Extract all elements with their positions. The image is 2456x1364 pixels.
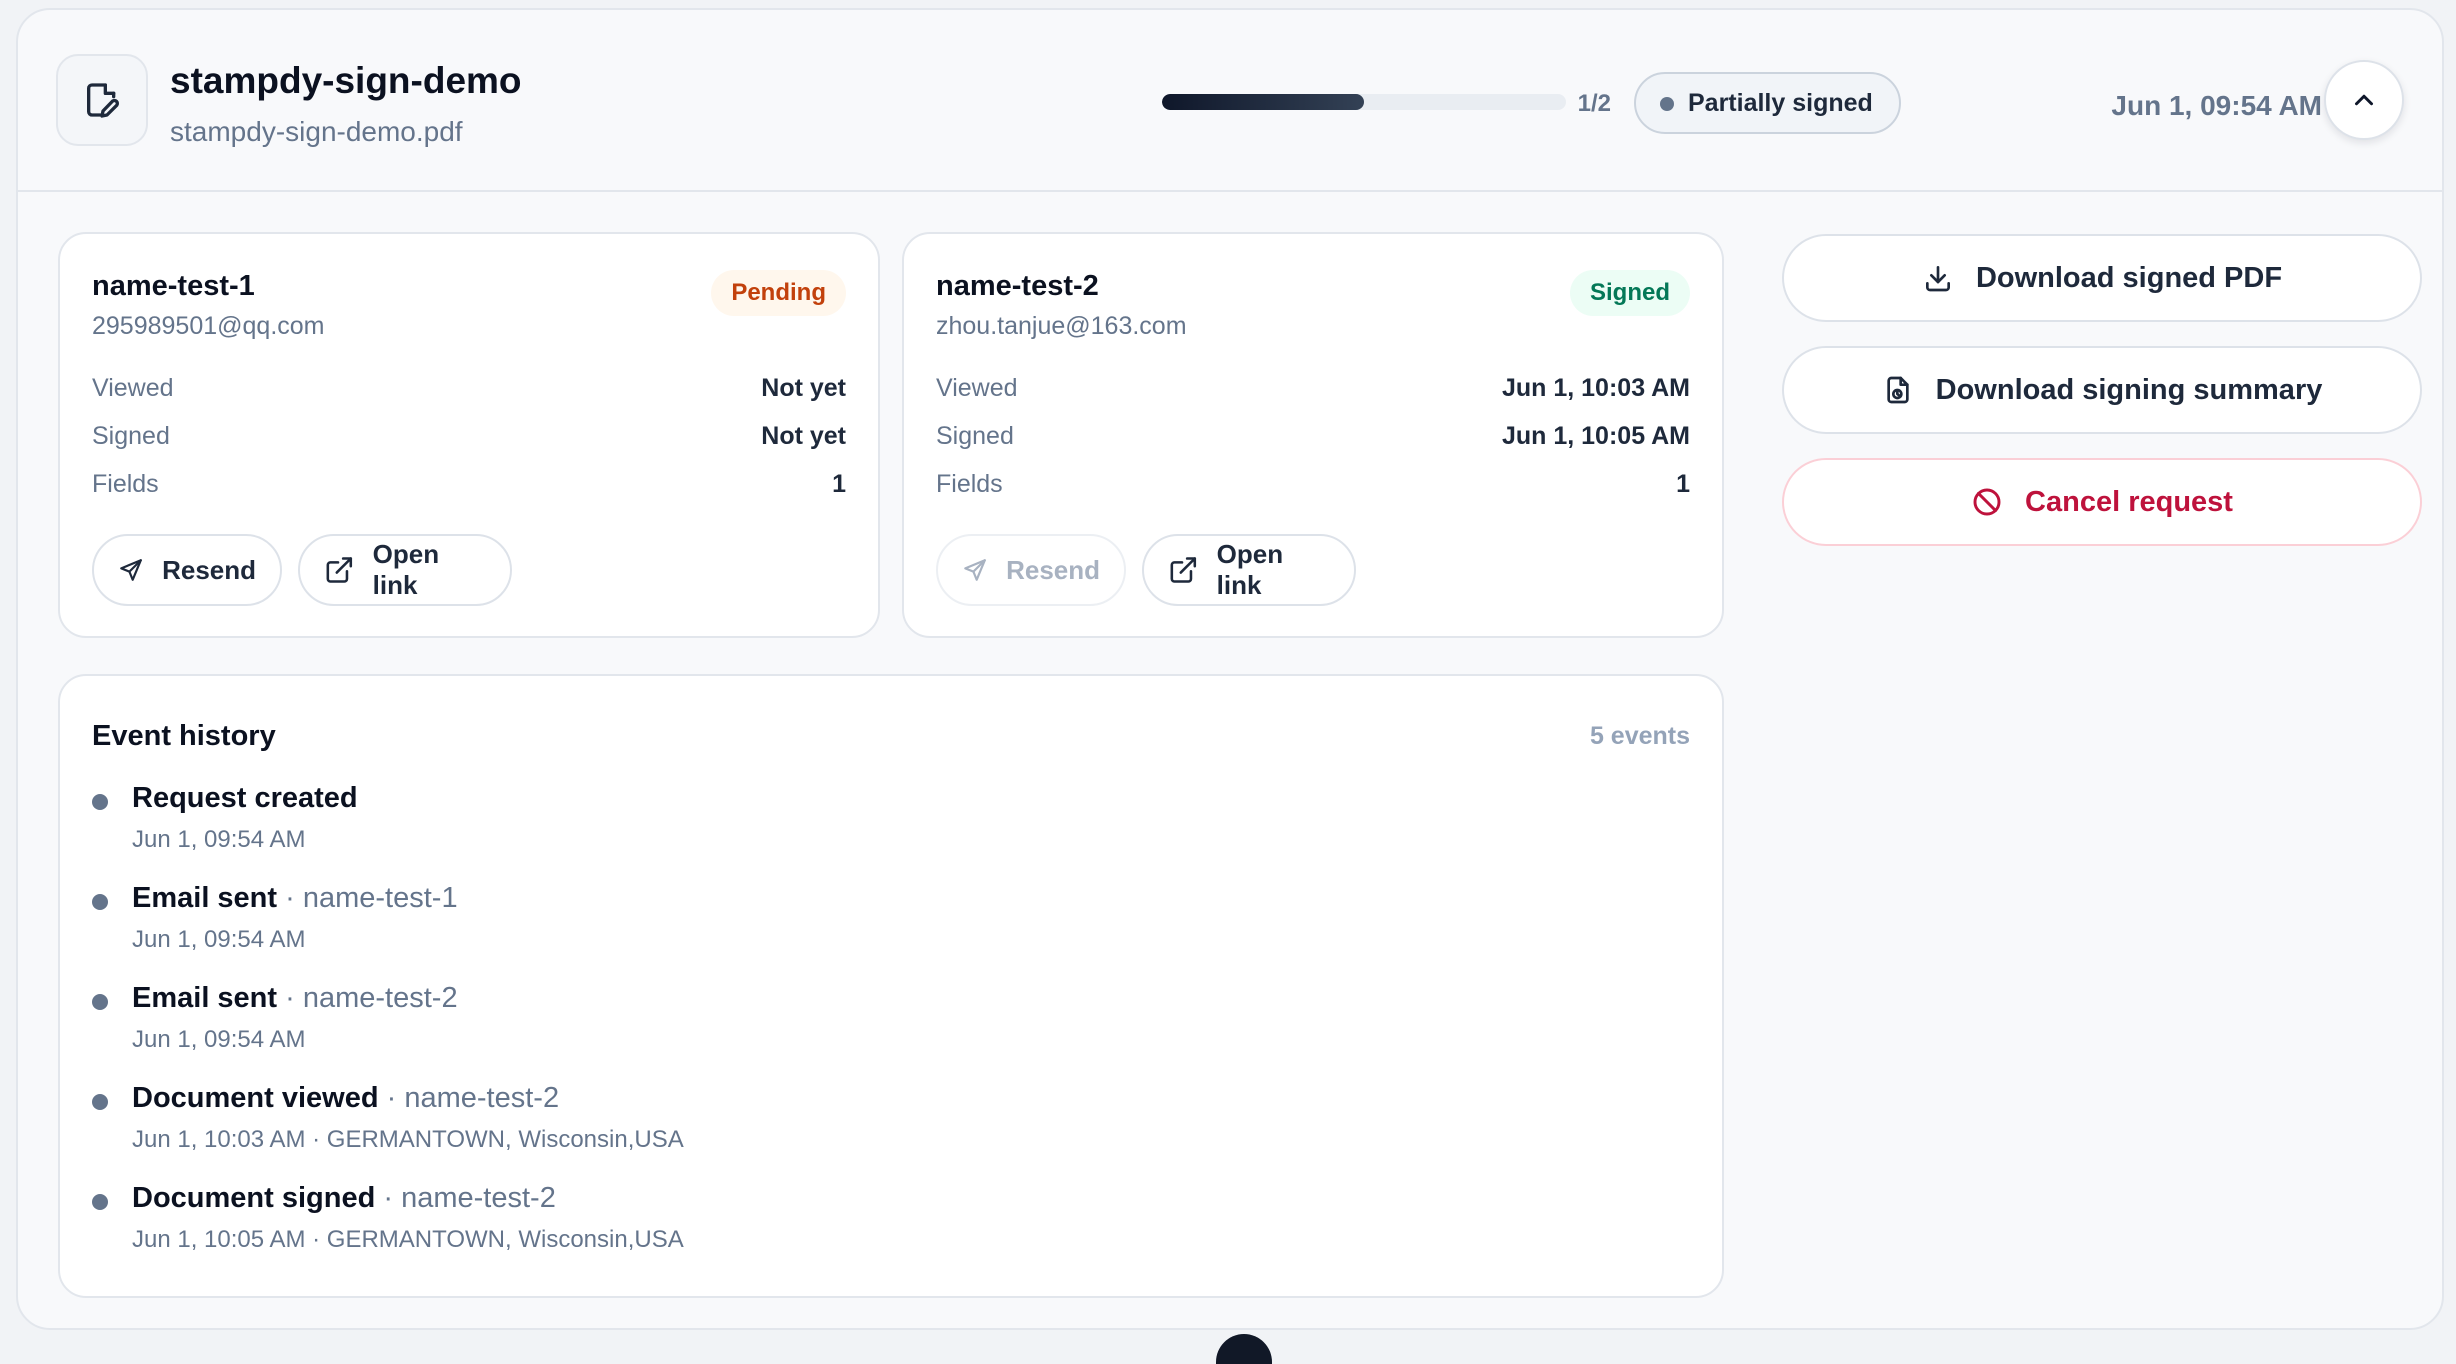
event-dot-icon — [92, 994, 108, 1010]
request-date: Jun 1, 09:54 AM — [2111, 90, 2322, 121]
event-dot-icon — [92, 894, 108, 910]
event-history-title: Event history — [92, 720, 276, 752]
external-link-icon — [326, 557, 353, 583]
signer-detail-row: Signed Jun 1, 10:05 AM — [936, 422, 1690, 462]
event-meta: Jun 1, 09:54 AM — [132, 1026, 306, 1053]
send-icon — [964, 559, 986, 581]
request-status-badge: Partially signed — [1634, 72, 1901, 134]
event-dot-icon — [92, 1194, 108, 1210]
cancel-request-button[interactable]: Cancel request — [1782, 458, 2422, 546]
event-title: Email sent — [132, 982, 278, 1014]
detail-value: Not yet — [761, 422, 846, 450]
event-meta: Jun 1, 10:03 AM · GERMANTOWN, Wisconsin,… — [132, 1126, 684, 1153]
event-actor: name-test-2 — [401, 1182, 556, 1214]
external-link-icon — [1170, 557, 1197, 583]
ban-icon — [1973, 488, 2001, 516]
detail-label: Fields — [92, 470, 159, 498]
event-actor: name-test-1 — [302, 882, 458, 914]
signer-name: name-test-2 — [936, 270, 1099, 302]
request-status-label: Partially signed — [1688, 89, 1873, 117]
signer-detail-row: Fields 1 — [936, 470, 1690, 510]
document-filename: stampdy-sign-demo.pdf — [170, 116, 463, 147]
event-heading: Document viewed · name-test-2 — [132, 1082, 559, 1115]
signer-detail-row: Viewed Jun 1, 10:03 AM — [936, 374, 1690, 414]
detail-value: Not yet — [761, 374, 846, 402]
signing-progress-count: 1/2 — [1577, 90, 1611, 117]
event-heading: Request created — [132, 782, 358, 815]
open-link-button[interactable]: Open link — [1142, 534, 1356, 606]
document-title: stampdy-sign-demo — [170, 60, 522, 101]
status-dot-icon — [1660, 97, 1674, 111]
send-icon — [120, 559, 142, 581]
detail-value: Jun 1, 10:05 AM — [1501, 422, 1690, 450]
open-link-label: Open link — [372, 539, 440, 600]
event-meta: Jun 1, 09:54 AM — [132, 926, 306, 953]
detail-label: Viewed — [92, 374, 174, 402]
download-signing-summary-label: Download signing summary — [1935, 373, 2323, 406]
detail-label: Signed — [92, 422, 170, 450]
event-separator: · — [375, 1182, 402, 1214]
event-item: Document viewed · name-test-2 Jun 1, 10:… — [92, 1082, 1592, 1172]
event-separator: · — [378, 1082, 405, 1114]
event-history-card: Event history 5 events Request created J… — [58, 674, 1724, 1298]
event-title: Email sent — [132, 882, 278, 914]
event-dot-icon — [92, 1094, 108, 1110]
event-separator: · — [277, 882, 303, 914]
signer-status-badge: Pending — [711, 270, 846, 316]
detail-label: Fields — [936, 470, 1003, 498]
event-heading: Email sent · name-test-1 — [132, 882, 458, 915]
download-signing-summary-button[interactable]: Download signing summary — [1782, 346, 2422, 434]
detail-value: 1 — [1676, 470, 1690, 498]
event-actor: name-test-2 — [302, 982, 458, 1014]
event-actor: name-test-2 — [404, 1082, 560, 1114]
event-heading: Document signed · name-test-2 — [132, 1182, 556, 1215]
download-icon — [1925, 266, 1950, 292]
cancel-request-label: Cancel request — [2025, 485, 2233, 518]
signing-request-panel: stampdy-sign-demo stampdy-sign-demo.pdf … — [16, 8, 2444, 1330]
file-summary-icon — [1886, 376, 1909, 404]
resend-button[interactable]: Resend — [92, 534, 282, 606]
event-title: Document signed — [132, 1182, 376, 1214]
scroll-handle[interactable] — [1216, 1334, 1272, 1364]
event-meta: Jun 1, 10:05 AM · GERMANTOWN, Wisconsin,… — [132, 1226, 684, 1253]
signer-card: name-test-2 zhou.tanjue@163.com Signed V… — [902, 232, 1724, 638]
event-separator: · — [277, 982, 303, 1014]
signer-email: 295989501@qq.com — [92, 312, 325, 340]
open-link-label: Open link — [1216, 539, 1284, 600]
download-signed-pdf-button[interactable]: Download signed PDF — [1782, 234, 2422, 322]
event-dot-icon — [92, 794, 108, 810]
event-item: Request created Jun 1, 09:54 AM — [92, 782, 1592, 872]
collapse-button[interactable] — [2324, 60, 2404, 140]
file-signature-icon — [56, 54, 148, 146]
detail-label: Viewed — [936, 374, 1018, 402]
event-item: Email sent · name-test-2 Jun 1, 09:54 AM — [92, 982, 1592, 1072]
detail-value: Jun 1, 10:03 AM — [1501, 374, 1690, 402]
signer-detail-row: Viewed Not yet — [92, 374, 846, 414]
resend-label: Resend — [162, 554, 256, 585]
event-meta: Jun 1, 09:54 AM — [132, 826, 306, 853]
signer-email: zhou.tanjue@163.com — [936, 312, 1187, 340]
signer-detail-row: Fields 1 — [92, 470, 846, 510]
request-header: stampdy-sign-demo stampdy-sign-demo.pdf … — [18, 10, 2442, 192]
detail-value: 1 — [832, 470, 846, 498]
signing-progress-fill — [1162, 94, 1364, 110]
event-item: Email sent · name-test-1 Jun 1, 09:54 AM — [92, 882, 1592, 972]
signer-detail-row: Signed Not yet — [92, 422, 846, 462]
detail-label: Signed — [936, 422, 1014, 450]
signer-card: name-test-1 295989501@qq.com Pending Vie… — [58, 232, 880, 638]
signer-name: name-test-1 — [92, 270, 255, 302]
download-signed-pdf-label: Download signed PDF — [1975, 261, 2283, 294]
open-link-button[interactable]: Open link — [298, 534, 512, 606]
event-count: 5 events — [1589, 722, 1690, 750]
chevron-up-icon — [2355, 94, 2373, 106]
event-title: Document viewed — [132, 1082, 379, 1114]
resend-label: Resend — [1006, 554, 1100, 585]
signer-status-badge: Signed — [1569, 270, 1690, 316]
event-item: Document signed · name-test-2 Jun 1, 10:… — [92, 1182, 1592, 1272]
resend-button[interactable]: Resend — [936, 534, 1126, 606]
event-title: Request created — [132, 782, 358, 814]
signing-progress-bar — [1162, 94, 1566, 110]
event-heading: Email sent · name-test-2 — [132, 982, 458, 1015]
